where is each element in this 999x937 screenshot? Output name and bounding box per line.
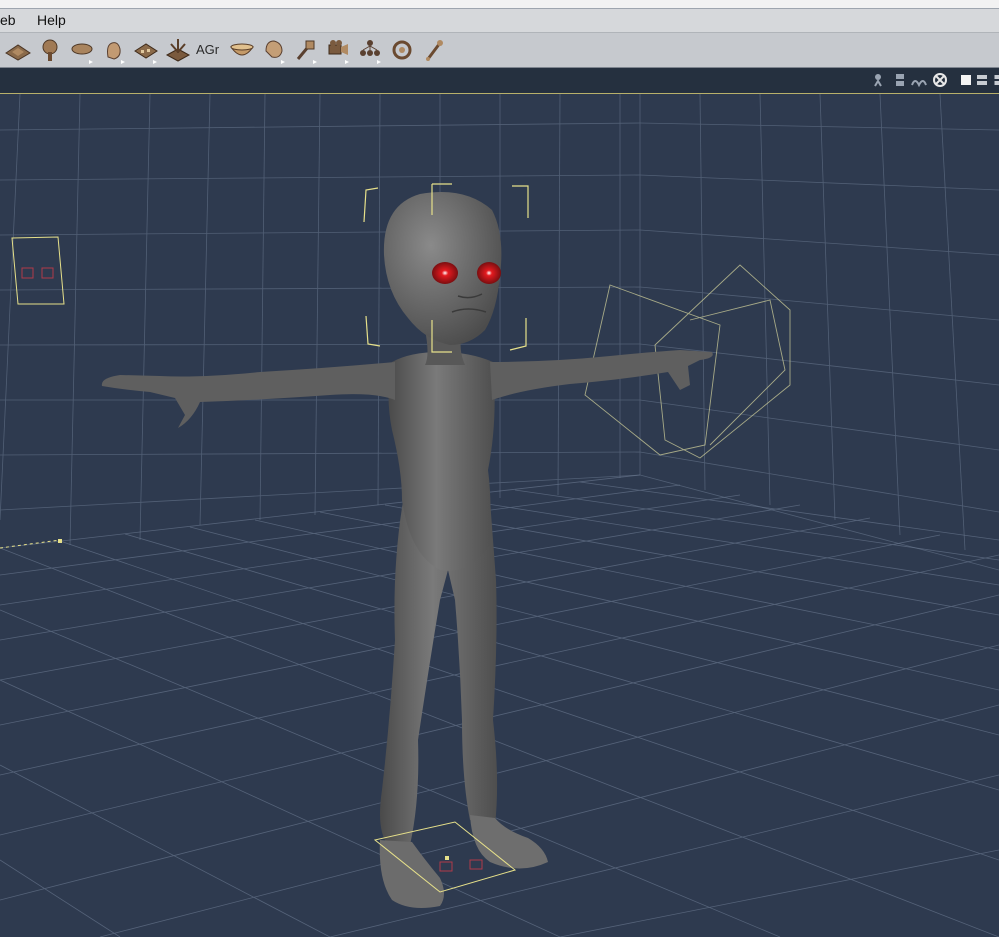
right-eye xyxy=(477,262,501,284)
hand-tool-icon[interactable] xyxy=(100,35,128,65)
ground-tool-icon[interactable] xyxy=(4,35,32,65)
title-strip xyxy=(0,0,999,9)
texture-tool-icon[interactable] xyxy=(132,35,160,65)
sparkle-tool-icon[interactable] xyxy=(164,35,192,65)
display-style-icon[interactable] xyxy=(911,72,927,88)
left-eye xyxy=(432,262,458,284)
menu-help[interactable]: Help xyxy=(37,12,66,28)
view-header xyxy=(0,68,999,94)
bowl-tool-icon[interactable] xyxy=(228,35,256,65)
3d-viewport[interactable] xyxy=(0,94,999,937)
render-icon[interactable] xyxy=(932,72,948,88)
tree-tool-icon[interactable] xyxy=(36,35,64,65)
camera-tool-icon[interactable] xyxy=(324,35,352,65)
camera-select-icon[interactable] xyxy=(892,72,908,88)
text-tool-label: AGr xyxy=(196,42,220,57)
menu-bar: eb Help xyxy=(0,9,999,33)
quad-layout-icon[interactable] xyxy=(990,72,999,88)
target-tool-icon[interactable] xyxy=(388,35,416,65)
toolbar: AGr xyxy=(0,33,999,68)
head-tool-icon[interactable] xyxy=(260,35,288,65)
menu-web[interactable]: eb xyxy=(0,12,16,28)
single-layout-icon[interactable] xyxy=(958,72,971,88)
pin-tool-icon[interactable] xyxy=(292,35,320,65)
viewport-background xyxy=(0,94,999,937)
bone-tool-icon[interactable] xyxy=(420,35,448,65)
text-tool-icon[interactable]: AGr xyxy=(196,35,224,65)
prop-tool-icon[interactable] xyxy=(68,35,96,65)
split-layout-icon[interactable] xyxy=(974,72,987,88)
figure-select-icon[interactable] xyxy=(872,72,888,88)
hierarchy-tool-icon[interactable] xyxy=(356,35,384,65)
